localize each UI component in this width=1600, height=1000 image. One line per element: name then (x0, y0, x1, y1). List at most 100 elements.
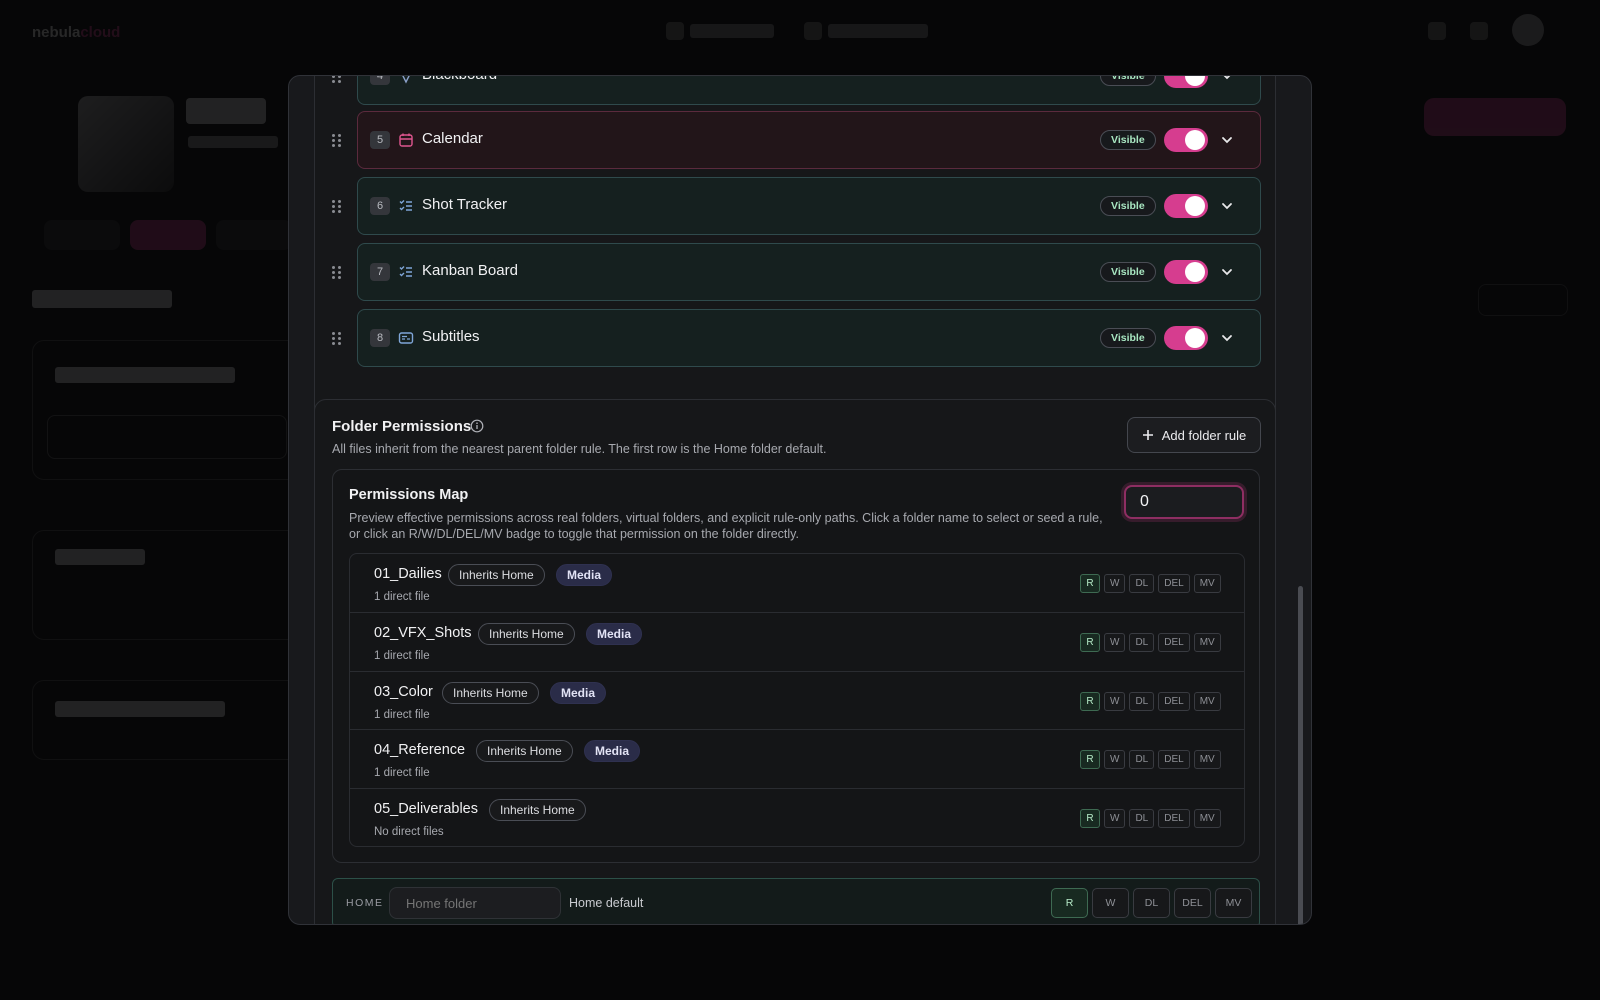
tool-name: Kanban Board (422, 262, 518, 279)
folder-name[interactable]: 02_VFX_Shots (374, 625, 472, 641)
perm-download-badge[interactable]: DL (1129, 633, 1155, 652)
perm-move-badge[interactable]: MV (1193, 809, 1221, 828)
drag-handle-icon[interactable] (332, 332, 344, 346)
media-tag: Media (556, 564, 613, 586)
subtitles-icon (398, 332, 414, 344)
perm-delete-badge[interactable]: DEL (1158, 809, 1190, 828)
folder-row[interactable]: 05_Deliverables No direct files Inherits… (350, 788, 1244, 846)
visibility-toggle[interactable] (1164, 128, 1208, 152)
tool-name: Shot Tracker (422, 196, 508, 213)
drag-handle-icon[interactable] (332, 134, 344, 148)
folder-name[interactable]: 03_Color (374, 684, 433, 700)
perm-download-badge[interactable]: DL (1129, 574, 1155, 593)
perm-move-badge[interactable]: MV (1193, 574, 1221, 593)
perm-delete-badge[interactable]: DEL (1158, 574, 1190, 593)
chevron-down-icon[interactable] (1220, 133, 1234, 147)
folder-name[interactable]: 05_Deliverables (374, 801, 478, 817)
permissions-map: Permissions Map Preview effective permis… (332, 469, 1260, 863)
perm-download-badge[interactable]: DL (1129, 809, 1155, 828)
tool-row[interactable]: 7 Kanban Board Visible (332, 243, 1261, 301)
visibility-toggle[interactable] (1164, 260, 1208, 284)
grid-icon (804, 22, 822, 40)
tool-order-number: 4 (370, 76, 390, 85)
settings-modal: 4 Blackboard Visible 5 Calendar Visible … (288, 75, 1312, 925)
chevron-down-icon[interactable] (1220, 75, 1234, 83)
perm-move-badge[interactable]: MV (1193, 692, 1221, 711)
folder-row[interactable]: 02_VFX_Shots 1 direct file Inherits Home… (350, 612, 1244, 670)
tool-row[interactable]: 6 Shot Tracker Visible (332, 177, 1261, 235)
folder-file-count: 1 direct file (374, 767, 430, 779)
perm-delete-badge[interactable]: DEL (1158, 750, 1190, 769)
section-description: All files inherit from the nearest paren… (332, 442, 827, 456)
folder-row[interactable]: 03_Color 1 direct file Inherits Home Med… (350, 671, 1244, 729)
project-subtitle (188, 136, 278, 148)
perm-download-badge[interactable]: DL (1129, 692, 1155, 711)
add-folder-rule-label: Add folder rule (1161, 427, 1247, 443)
folder-name[interactable]: 04_Reference (374, 742, 465, 758)
drag-handle-icon[interactable] (332, 266, 344, 280)
visibility-badge: Visible (1100, 76, 1156, 86)
perm-move-badge[interactable]: MV (1193, 633, 1221, 652)
tool-row[interactable]: 4 Blackboard Visible (332, 75, 1261, 105)
tool-order-number: 8 (370, 329, 390, 347)
share-settings-button (1478, 284, 1568, 316)
perm-write-badge[interactable]: W (1104, 633, 1126, 652)
inherits-badge: Inherits Home (442, 682, 539, 704)
perm-read-badge[interactable]: R (1080, 574, 1100, 593)
chevron-down-icon[interactable] (1220, 331, 1234, 345)
share-button (1424, 98, 1566, 136)
folder-row[interactable]: 04_Reference 1 direct file Inherits Home… (350, 729, 1244, 787)
clock-icon (666, 22, 684, 40)
avatar (1512, 14, 1544, 46)
perm-write-badge[interactable]: W (1104, 692, 1126, 711)
permission-badges: R W DL DEL MV (1080, 574, 1221, 593)
folder-file-count: 1 direct file (374, 591, 430, 603)
home-perm-delete-toggle[interactable]: DEL (1174, 888, 1211, 918)
perm-write-badge[interactable]: W (1104, 750, 1126, 769)
media-tag: Media (550, 682, 607, 704)
tab-bar (44, 220, 292, 250)
visibility-toggle[interactable] (1164, 194, 1208, 218)
perm-delete-badge[interactable]: DEL (1158, 692, 1190, 711)
tool-row[interactable]: 8 Subtitles Visible (332, 309, 1261, 367)
perm-move-badge[interactable]: MV (1193, 750, 1221, 769)
checklist-icon (399, 200, 412, 211)
home-perm-move-toggle[interactable]: MV (1215, 888, 1252, 918)
home-default-text: Home default (569, 896, 644, 910)
chevron-down-icon[interactable] (1220, 265, 1234, 279)
perm-read-badge[interactable]: R (1080, 809, 1100, 828)
tool-name: Subtitles (422, 328, 480, 345)
perm-read-badge[interactable]: R (1080, 692, 1100, 711)
perm-write-badge[interactable]: W (1104, 809, 1126, 828)
inherits-badge: Inherits Home (478, 623, 575, 645)
perm-write-badge[interactable]: W (1104, 574, 1126, 593)
section-title: Folder Permissions (332, 418, 472, 435)
invites-card (32, 530, 302, 640)
home-perm-read-toggle[interactable]: R (1051, 888, 1088, 918)
chevron-down-icon[interactable] (1220, 199, 1234, 213)
modal-scrollbar[interactable] (1298, 586, 1303, 924)
perm-delete-badge[interactable]: DEL (1158, 633, 1190, 652)
home-perm-write-toggle[interactable]: W (1092, 888, 1129, 918)
add-folder-rule-button[interactable]: Add folder rule (1127, 417, 1261, 453)
media-tag: Media (586, 623, 643, 645)
perm-read-badge[interactable]: R (1080, 750, 1100, 769)
folder-row[interactable]: 01_Dailies 1 direct file Inherits Home M… (350, 554, 1244, 612)
visibility-toggle[interactable] (1164, 326, 1208, 350)
visibility-toggle[interactable] (1164, 76, 1208, 88)
folder-name[interactable]: 01_Dailies (374, 566, 442, 582)
permission-badges: R W DL DEL MV (1080, 809, 1221, 828)
tool-row[interactable]: 5 Calendar Visible (332, 111, 1261, 169)
home-folder-input[interactable] (389, 887, 561, 919)
section-title (32, 290, 172, 308)
perm-read-badge[interactable]: R (1080, 633, 1100, 652)
drag-handle-icon[interactable] (332, 200, 344, 214)
perm-download-badge[interactable]: DL (1129, 750, 1155, 769)
checklist-icon (399, 266, 412, 277)
tool-order-number: 7 (370, 263, 390, 281)
drag-handle-icon[interactable] (332, 76, 344, 84)
home-perm-download-toggle[interactable]: DL (1133, 888, 1170, 918)
map-filter-input[interactable] (1124, 485, 1244, 519)
folder-permissions-section: Folder Permissions All files inherit fro… (314, 399, 1276, 924)
info-icon[interactable] (470, 419, 484, 433)
